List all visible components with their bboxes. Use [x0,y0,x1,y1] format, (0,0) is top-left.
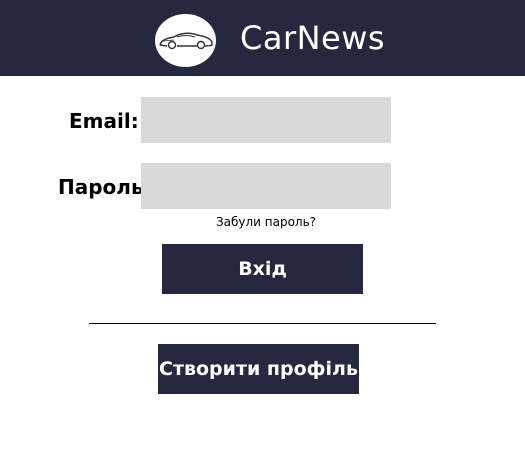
email-field[interactable] [141,97,391,143]
forgot-password-link[interactable]: Забули пароль? [0,215,525,229]
brand-name: CarNews [240,19,386,57]
logo[interactable] [155,14,216,67]
password-field[interactable] [141,163,391,209]
car-icon [158,32,213,49]
password-label: Пароль: [58,175,152,199]
email-label: Email: [69,109,139,133]
login-page: CarNews Email: Пароль: Забули пароль? Вх… [0,0,525,453]
login-button[interactable]: Вхід [162,244,363,294]
divider [89,323,436,324]
app-header: CarNews [0,0,525,76]
create-profile-button[interactable]: Створити профіль [158,344,359,394]
